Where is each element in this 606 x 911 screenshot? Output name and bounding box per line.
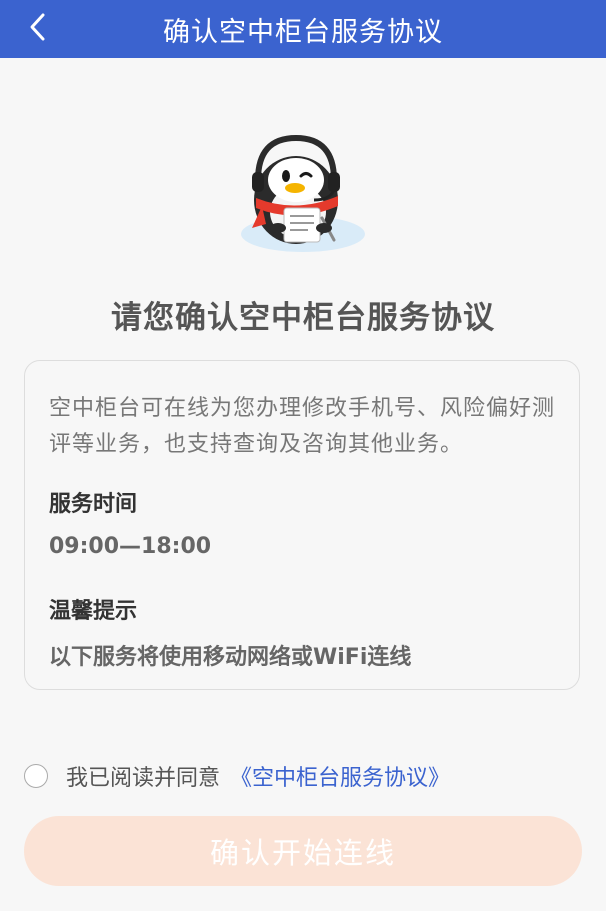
service-time-label: 服务时间	[49, 492, 138, 517]
penguin-mascot-icon	[241, 134, 365, 252]
tip-value: 以下服务将使用移动网络或WiFi连线	[49, 645, 412, 670]
service-time-value: 09:00—18:00	[49, 534, 212, 559]
chevron-left-icon	[30, 13, 45, 41]
page-title: 确认空中柜台服务协议	[163, 16, 443, 48]
confirm-connect-button[interactable]: 确认开始连线	[24, 816, 582, 886]
agreement-text: 我已阅读并同意	[66, 766, 221, 791]
tip-label: 温馨提示	[49, 599, 138, 624]
service-info-card: 空中柜台可在线为您办理修改手机号、风险偏好测评等业务，也支持查询及咨询其他业务。…	[24, 360, 580, 690]
agreement-row: 我已阅读并同意 《空中柜台服务协议》	[24, 760, 450, 792]
service-description: 空中柜台可在线为您办理修改手机号、风险偏好测评等业务，也支持查询及咨询其他业务。	[49, 396, 556, 457]
agreement-link[interactable]: 《空中柜台服务协议》	[230, 760, 450, 792]
agreement-checkbox[interactable]	[24, 764, 48, 788]
top-navigation-bar: 确认空中柜台服务协议	[0, 0, 606, 58]
back-button[interactable]	[20, 9, 56, 45]
agreement-heading: 请您确认空中柜台服务协议	[111, 300, 495, 336]
